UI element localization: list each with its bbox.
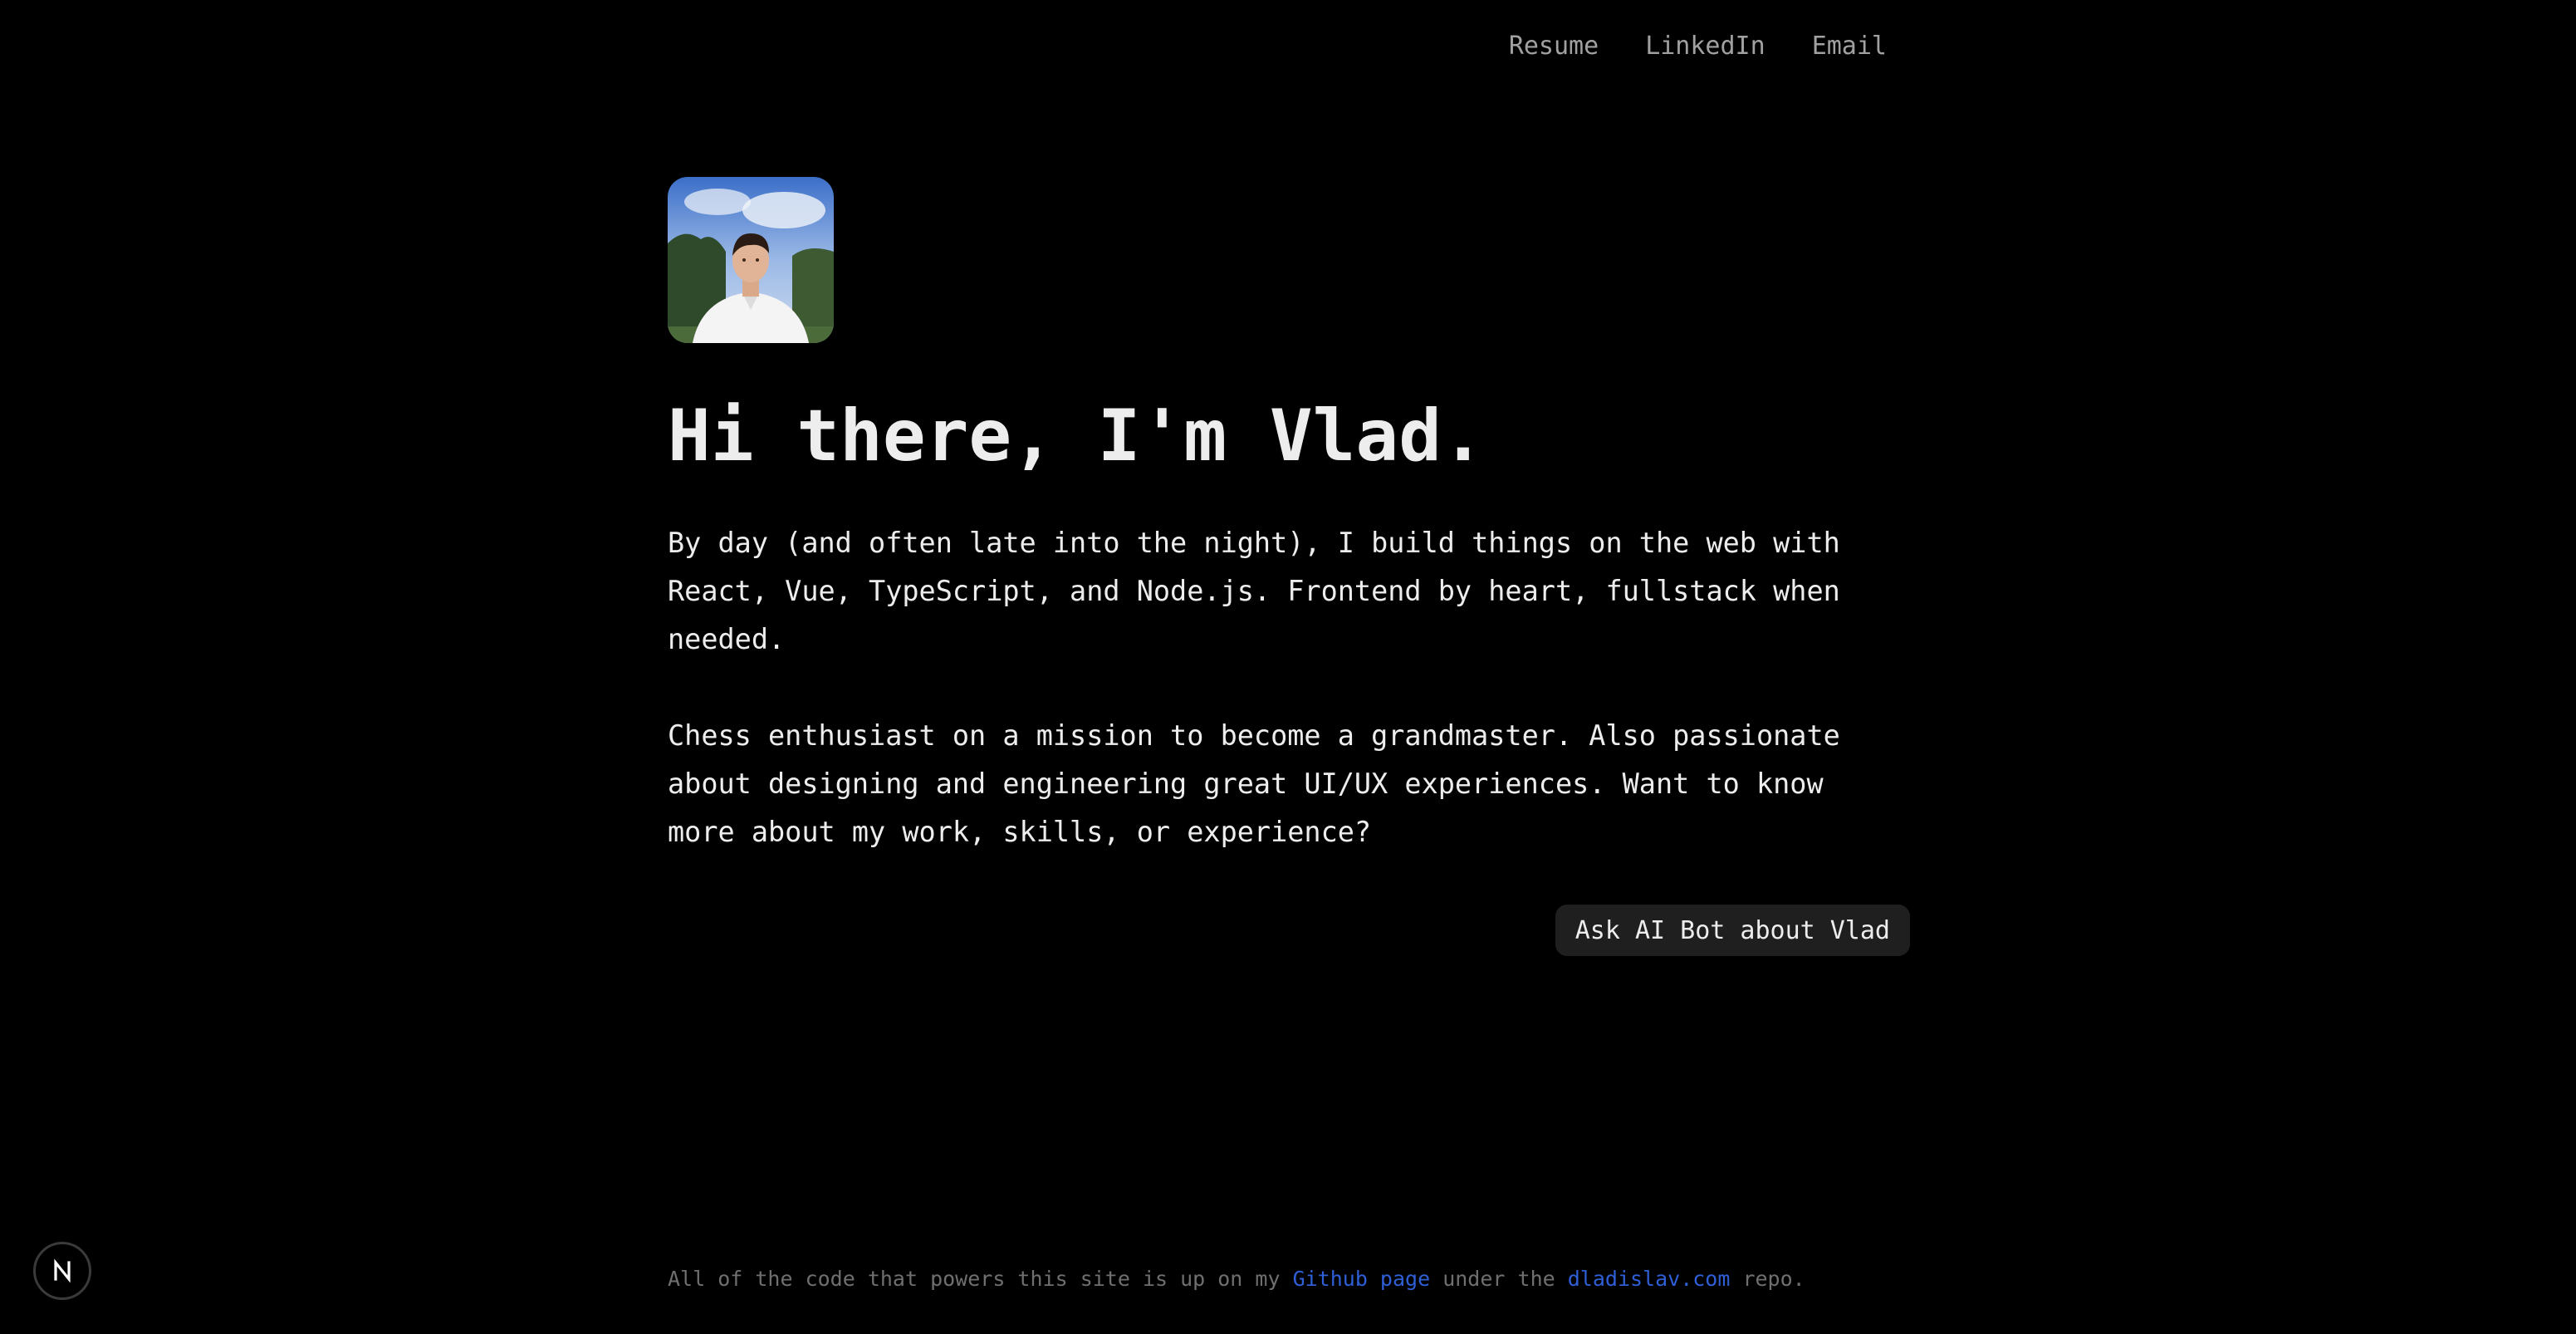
profile-photo-icon — [668, 177, 834, 343]
hobby-paragraph: Chess enthusiast on a mission to become … — [668, 719, 1840, 848]
footer-text-before: All of the code that powers this site is… — [668, 1267, 1293, 1291]
nav-link-linkedin[interactable]: LinkedIn — [1645, 30, 1765, 63]
main-content: Hi there, I'm Vlad. By day (and often la… — [668, 177, 1910, 956]
ask-row: Ask AI Bot about Vlad — [668, 905, 1910, 956]
nav-link-resume[interactable]: Resume — [1509, 30, 1599, 63]
top-navigation: Resume LinkedIn Email — [1509, 30, 1887, 63]
nextjs-logo-icon — [54, 1258, 71, 1283]
footer-text-middle: under the — [1430, 1267, 1568, 1291]
intro-paragraph: By day (and often late into the night), … — [668, 527, 1840, 655]
footer: All of the code that powers this site is… — [668, 1264, 1805, 1294]
github-page-link[interactable]: Github page — [1293, 1267, 1431, 1291]
nextjs-devtools-button[interactable] — [33, 1242, 91, 1300]
repo-link[interactable]: dladislav.com — [1568, 1267, 1731, 1291]
ask-ai-bot-button[interactable]: Ask AI Bot about Vlad — [1555, 905, 1910, 956]
footer-text-after: repo. — [1730, 1267, 1805, 1291]
page-title: Hi there, I'm Vlad. — [668, 395, 1485, 478]
avatar — [668, 177, 834, 343]
nav-link-email[interactable]: Email — [1812, 30, 1887, 63]
